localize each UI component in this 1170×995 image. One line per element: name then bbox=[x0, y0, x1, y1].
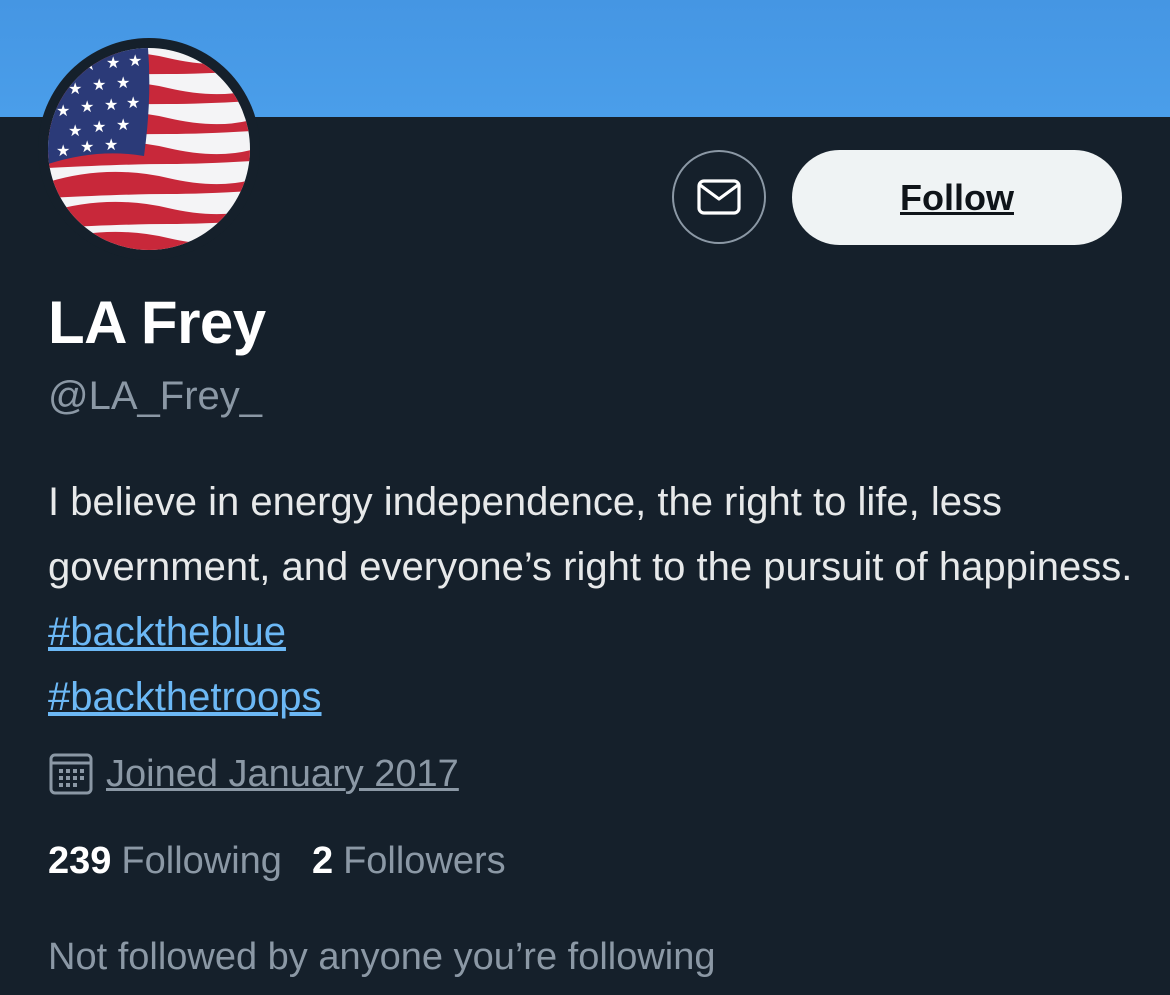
us-flag-avatar-icon: ★ ★ ★ ★ ★ ★ ★ ★ ★ ★ ★ ★ ★ ★ ★ ★ ★ bbox=[48, 48, 250, 250]
svg-text:★: ★ bbox=[80, 137, 94, 156]
display-name: LA Frey bbox=[48, 289, 266, 356]
following-label: Following bbox=[121, 840, 282, 882]
svg-text:★: ★ bbox=[104, 95, 118, 114]
svg-text:★: ★ bbox=[68, 79, 82, 98]
svg-text:★: ★ bbox=[58, 59, 72, 78]
profile-avatar[interactable]: ★ ★ ★ ★ ★ ★ ★ ★ ★ ★ ★ ★ ★ ★ ★ ★ ★ bbox=[38, 38, 260, 260]
envelope-icon bbox=[697, 179, 741, 215]
svg-text:★: ★ bbox=[56, 141, 70, 160]
svg-text:★: ★ bbox=[116, 115, 130, 134]
svg-text:★: ★ bbox=[126, 93, 140, 112]
joined-date: Joined January 2017 bbox=[48, 752, 459, 796]
hashtag-backthetroops[interactable]: #backthetroops bbox=[48, 675, 322, 719]
svg-text:★: ★ bbox=[82, 55, 96, 74]
followers-count: 2 bbox=[311, 840, 334, 882]
profile-bio: I believe in energy independence, the ri… bbox=[48, 470, 1138, 730]
svg-text:★: ★ bbox=[92, 75, 106, 94]
hashtag-backtheblue[interactable]: #backtheblue bbox=[48, 610, 286, 654]
svg-text:★: ★ bbox=[56, 101, 70, 120]
svg-text:★: ★ bbox=[128, 51, 142, 70]
message-button[interactable] bbox=[672, 150, 766, 244]
svg-text:★: ★ bbox=[116, 73, 130, 92]
svg-text:★: ★ bbox=[104, 135, 118, 154]
svg-text:★: ★ bbox=[106, 53, 120, 72]
bio-text: I believe in energy independence, the ri… bbox=[48, 480, 1133, 589]
calendar-icon bbox=[49, 753, 93, 795]
mutual-followers-note: Not followed by anyone you’re following bbox=[48, 936, 716, 978]
following-link[interactable]: 239 Following bbox=[48, 840, 282, 883]
following-count: 239 bbox=[48, 840, 112, 882]
joined-date-text[interactable]: Joined January 2017 bbox=[106, 753, 459, 796]
followers-label: Followers bbox=[343, 840, 506, 882]
follow-button-label: Follow bbox=[900, 176, 1014, 218]
follow-button[interactable]: Follow bbox=[792, 150, 1122, 245]
svg-text:★: ★ bbox=[80, 97, 94, 116]
follow-stats: 239 Following 2 Followers bbox=[48, 840, 536, 883]
followers-link[interactable]: 2 Followers bbox=[312, 840, 506, 883]
svg-text:★: ★ bbox=[92, 117, 106, 136]
user-handle: @LA_Frey_ bbox=[48, 374, 263, 418]
